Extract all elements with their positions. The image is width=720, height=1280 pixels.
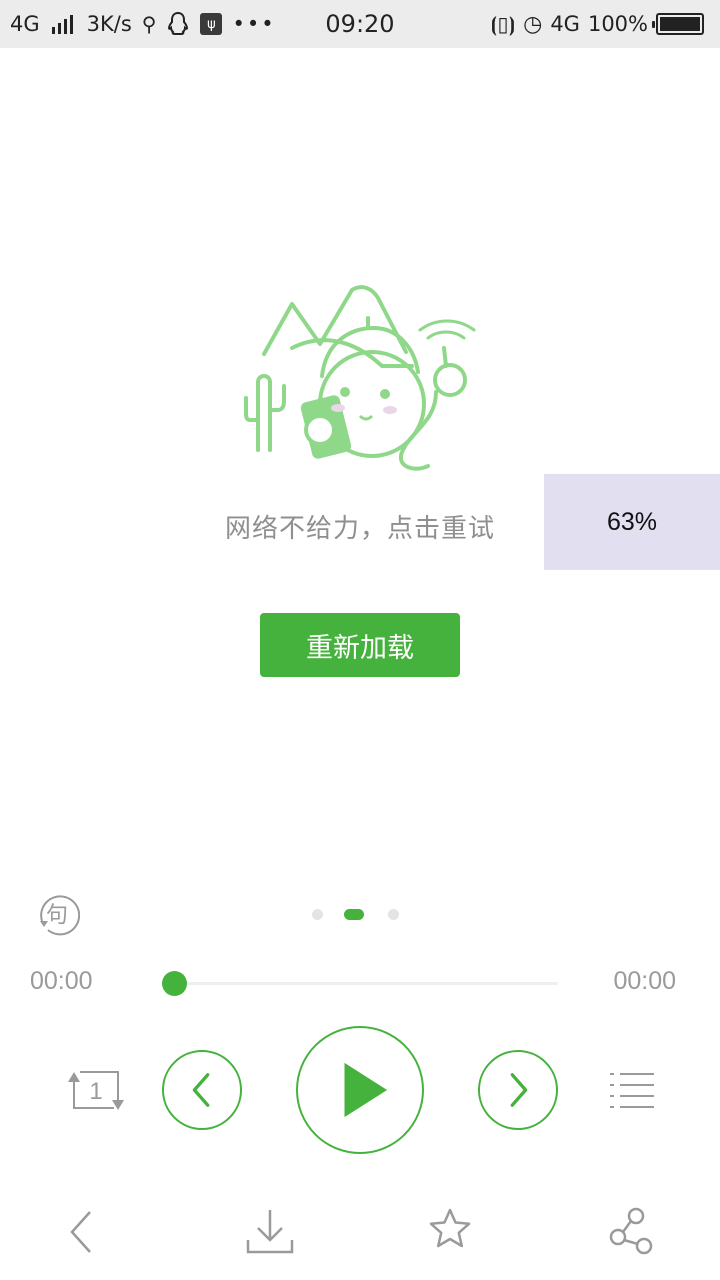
next-button[interactable] [478,1050,558,1130]
star-icon [429,1208,471,1248]
page-dot[interactable] [312,908,323,920]
download-icon [246,1210,294,1254]
bottom-action-bar [0,1200,720,1266]
chevron-right-icon [510,1073,528,1107]
playlist-icon [610,1073,654,1108]
share-button[interactable] [604,1200,660,1256]
play-button[interactable] [296,1026,424,1154]
back-button[interactable] [54,1200,110,1256]
repeat-one-icon: 1 [68,1071,124,1110]
repeat-badge: 1 [89,1078,102,1105]
page-indicator [312,908,399,920]
alarm-icon: ◷ [523,11,543,37]
status-right: ⦗▯⦘ ◷ 4G 100% [491,0,704,48]
reload-button[interactable]: 重新加载 [260,613,460,677]
download-button[interactable] [242,1200,298,1256]
progress-track[interactable] [162,971,558,996]
current-time: 00:00 [30,967,93,995]
play-icon [344,1062,388,1118]
repeat-one-button[interactable]: 1 [66,1068,126,1112]
favorite-button[interactable] [422,1200,478,1256]
battery-percent: 100% [587,12,648,36]
total-time: 00:00 [613,967,676,995]
vibrate-icon: ⦗▯⦘ [490,12,516,36]
network-type-right: 4G [550,12,580,36]
page-dot-active[interactable] [344,908,364,920]
battery-icon [652,13,704,35]
lyric-toggle-icon[interactable]: 句 [34,891,80,937]
chevron-left-icon [192,1073,210,1107]
share-icon [609,1207,653,1255]
network-error-illustration [244,285,476,471]
playlist-button[interactable] [606,1070,656,1110]
status-bar: 4G 3K/s ⚲ ψ ••• 09:20 ⦗▯⦘ ◷ 4G 100% [0,0,720,48]
back-arrow-icon [70,1211,91,1253]
progress-percent-overlay: 63% [544,474,720,570]
page-dot[interactable] [388,908,399,920]
progress-knob[interactable] [162,971,187,996]
previous-button[interactable] [162,1050,242,1130]
lyric-glyph: 句 [46,903,68,928]
